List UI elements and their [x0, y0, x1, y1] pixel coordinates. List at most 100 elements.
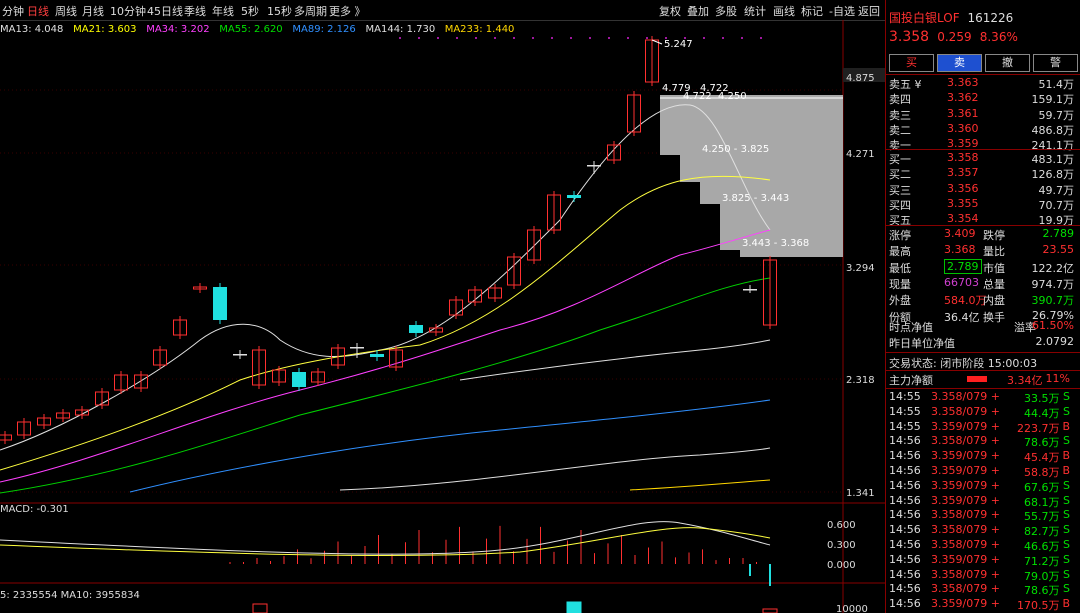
tick-row: 14:56 3.359/079 +71.2万 S: [889, 552, 1070, 568]
toolbar-button-1[interactable]: 叠加: [687, 3, 709, 19]
last-price: 3.358: [889, 29, 930, 45]
period-tab-2[interactable]: 周线: [55, 3, 77, 19]
period-tab-0[interactable]: 分钟: [2, 3, 24, 19]
stat-row: 涨停 3.409 跌停 2.789: [889, 227, 1074, 242]
kline-chart[interactable]: 4.875 4.271 3.294 2.318 1.341 0.600 0.300 0.000…: [0, 20, 885, 613]
ma-legend-item: MA55: 2.620: [219, 24, 282, 35]
period-toolbar: 分钟 日线 周线 月线 10分钟 45日线 季线 年线 5秒 15秒 多周期 更多 》 复权 叠加 多股 统计…: [0, 0, 885, 21]
period-tab-8[interactable]: 5秒: [241, 3, 259, 19]
sell-button[interactable]: 卖: [937, 54, 982, 72]
period-tab-5[interactable]: 45日线: [147, 3, 183, 19]
bid-row[interactable]: 买二 3.357 126.8万: [889, 165, 1074, 181]
stat-row: 现量 66703 总量 974.7万: [889, 275, 1074, 291]
marker-dot: [627, 37, 629, 39]
main-flow-value: 3.34亿: [1007, 374, 1043, 387]
buy-button[interactable]: 买: [889, 54, 934, 72]
ma-legend-item: MA13: 4.048: [0, 24, 63, 35]
volume-label: 5: 2335554 MA10: 3955834: [0, 590, 140, 601]
trade-status: 交易状态: 闭市阶段 15:00:03: [889, 357, 1038, 370]
ask-row[interactable]: 卖三 3.361 59.7万: [889, 106, 1074, 122]
toolbar-button-5[interactable]: 标记: [801, 3, 823, 19]
marker-dot: [760, 37, 762, 39]
tick-row: 14:55 3.359/079 +223.7万 B: [889, 419, 1070, 435]
toolbar-button-3[interactable]: 统计: [744, 3, 766, 19]
book-price: 3.362: [947, 91, 979, 105]
marker-dot: [570, 37, 572, 39]
period-tab-10[interactable]: 多周期: [294, 3, 327, 19]
period-tab-7[interactable]: 年线: [212, 3, 234, 19]
macd-axis-label: 0.000: [827, 560, 856, 571]
price-axis-label: 1.341: [846, 488, 875, 499]
iopv-row: 时点净值 溢率 61.50%: [889, 319, 1074, 334]
cancel-order-button[interactable]: 撤: [985, 54, 1030, 72]
resistance-zone: [680, 155, 843, 182]
period-tab-6[interactable]: 季线: [184, 3, 206, 19]
book-price: 3.355: [947, 196, 979, 210]
marker-dot: [532, 37, 534, 39]
bid-row[interactable]: 买四 3.355 70.7万: [889, 196, 1074, 212]
bid-row[interactable]: 买一 3.358 483.1万: [889, 150, 1074, 166]
period-tab-3[interactable]: 月线: [82, 3, 104, 19]
dea-line: [0, 527, 771, 557]
candle: [0, 434, 12, 441]
bid-row[interactable]: 买三 3.356 49.7万: [889, 181, 1074, 197]
book-price: 3.360: [947, 121, 979, 135]
ma-line: [339, 447, 771, 491]
tick-row: 14:55 3.358/079 +44.4万 S: [889, 404, 1070, 420]
period-tab-11[interactable]: 更多 》: [329, 3, 366, 19]
toolbar-button-7[interactable]: 返回: [858, 3, 880, 19]
price-axis-label: 4.271: [846, 149, 875, 160]
marker-dot: [475, 37, 477, 39]
price-axis-label: 3.294: [846, 263, 875, 274]
period-tab-4[interactable]: 10分钟: [110, 3, 146, 19]
vol-axis-label: 10000: [836, 604, 868, 613]
tick-row: 14:56 3.359/079 +170.5万 B: [889, 597, 1070, 613]
toolbar-button-6[interactable]: -自选: [829, 3, 855, 19]
annotation: 4.722: [683, 91, 712, 102]
period-tab-9[interactable]: 15秒: [267, 3, 292, 19]
toolbar-button-2[interactable]: 多股: [715, 3, 737, 19]
ma-line: [459, 339, 771, 381]
prev-nav-row: 昨日单位净值 2.0792: [889, 335, 1075, 350]
tick-row: 14:56 3.359/079 +58.8万 B: [889, 464, 1070, 479]
period-tab-1[interactable]: 日线: [27, 3, 49, 19]
annotation: 4.250: [718, 91, 747, 102]
annotation: 3.825 - 3.443: [722, 193, 789, 204]
ma-legend-item: MA89: 2.126: [292, 24, 355, 35]
resistance-zone: [740, 250, 843, 257]
toolbar-button-4[interactable]: 画线: [773, 3, 795, 19]
tick-row: 14:56 3.358/079 +46.6万 S: [889, 538, 1070, 553]
ma-legend-item: MA21: 3.603: [73, 24, 136, 35]
tick-row: 14:56 3.358/079 +82.7万 S: [889, 523, 1070, 539]
main-flow-row: 主力净额 3.34亿 11%: [889, 372, 1070, 387]
ma-legend-item: MA34: 3.202: [146, 24, 209, 35]
quote-panel: 国投白银LOF 161226 3.358 0.259 8.36% 买 卖 撤 警…: [885, 0, 1080, 613]
ma-legend-item: MA144: 1.730: [366, 24, 436, 35]
annotation: 3.443 - 3.368: [742, 238, 809, 249]
stat-row: 外盘 584.0万 内盘 390.7万: [889, 294, 1074, 308]
price-axis-label: 4.875: [846, 73, 875, 84]
ask-row[interactable]: 卖二 3.360 486.8万: [889, 121, 1074, 137]
macd-axis-label: 0.600: [827, 520, 856, 531]
marker-dot: [437, 37, 439, 39]
book-price: 3.361: [947, 106, 979, 120]
ma-line: [0, 175, 771, 471]
alert-button[interactable]: 警: [1033, 54, 1078, 72]
ma-legend-item: MA233: 1.440: [445, 24, 515, 35]
toolbar-button-0[interactable]: 复权: [659, 3, 681, 19]
volume-bar: [566, 601, 582, 613]
ask-row[interactable]: 卖四 3.362 159.1万: [889, 90, 1074, 106]
ma-line: [129, 399, 771, 493]
fund-name: 国投白银LOF: [889, 11, 960, 25]
ma-line: [0, 104, 771, 451]
ma-line: [0, 277, 771, 494]
ask-row[interactable]: 卖五 ¥3.363 51.4万: [889, 75, 1074, 91]
divider: [886, 352, 1080, 353]
ma-line: [629, 479, 771, 491]
book-price: 3.363: [947, 76, 979, 89]
prev-nav-value: 2.0792: [1035, 335, 1075, 348]
volume-bar: [252, 603, 268, 613]
book-price: 3.356: [947, 181, 979, 195]
book-price: 3.358: [947, 151, 979, 164]
book-price: 3.357: [947, 166, 979, 180]
